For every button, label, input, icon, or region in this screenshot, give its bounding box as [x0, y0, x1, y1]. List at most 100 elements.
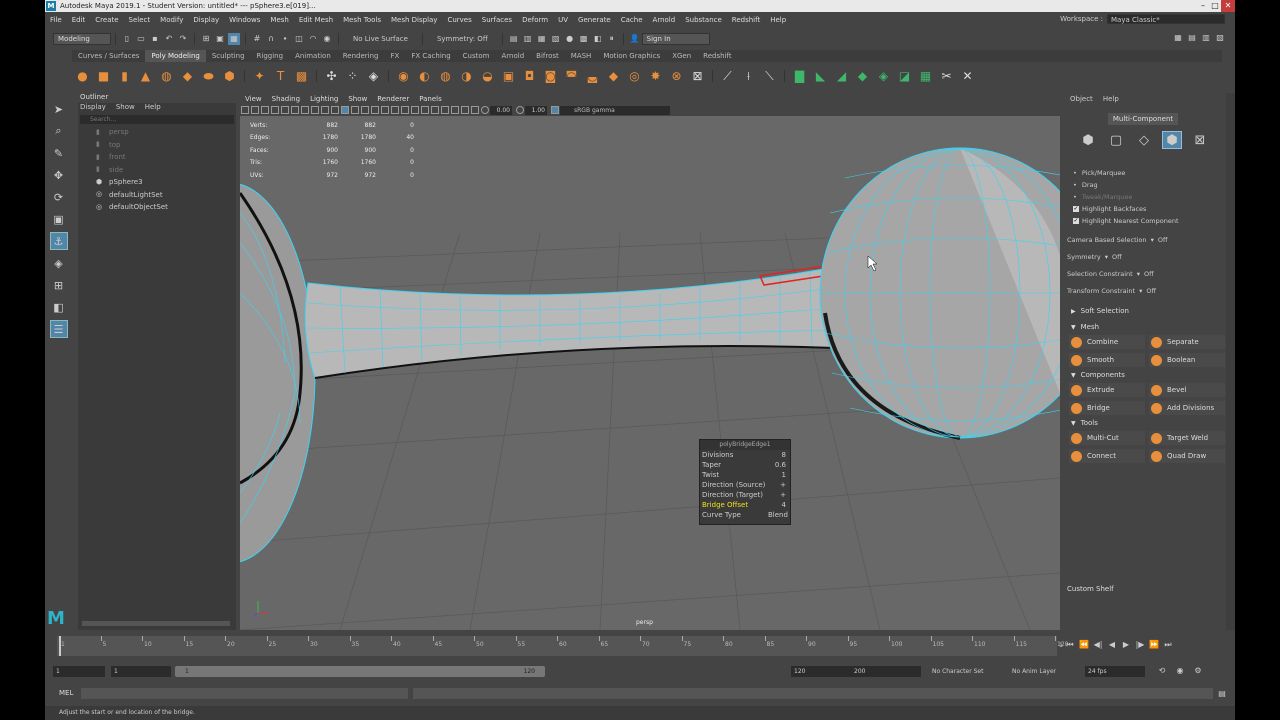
option-pick-marquee[interactable]: • Pick/Marquee	[1063, 167, 1226, 179]
scene-start-field[interactable]: 1	[53, 666, 105, 677]
play-forwards-icon[interactable]: ▶	[1119, 640, 1133, 650]
range-handle-start[interactable]: 1	[185, 666, 189, 677]
setting-transform-constraint[interactable]: Transform Constraint ▾ Off	[1063, 282, 1226, 299]
maximize-button[interactable]: □	[1209, 0, 1221, 12]
shelf-tab-poly-modeling[interactable]: Poly Modeling	[145, 50, 206, 62]
bridge-attr-value[interactable]: 4	[768, 501, 790, 509]
gamma-field[interactable]: 1.00	[525, 105, 547, 115]
textured-icon[interactable]	[371, 106, 379, 114]
mirror-icon[interactable]: ◒	[479, 68, 496, 85]
snap-grid-icon[interactable]: #	[251, 33, 263, 45]
shelf-tab-rendering[interactable]: Rendering	[337, 50, 385, 62]
shelf-tab-redshift[interactable]: Redshift	[697, 50, 737, 62]
poly-plane-icon[interactable]: ◆	[179, 68, 196, 85]
motion-blur-icon[interactable]	[411, 106, 419, 114]
uv-editor-icon[interactable]: ▇	[791, 68, 808, 85]
lock-camera-icon[interactable]	[251, 106, 259, 114]
menu-select[interactable]: Select	[124, 16, 156, 24]
anti-aliasing-icon[interactable]	[421, 106, 429, 114]
dof-icon[interactable]	[431, 106, 439, 114]
option-drag[interactable]: • Drag	[1063, 179, 1226, 191]
user-icon[interactable]: 👤	[629, 33, 641, 45]
close-button[interactable]: ✕	[1221, 0, 1235, 12]
menu-mesh-display[interactable]: Mesh Display	[386, 16, 442, 24]
persp-outliner-layout-icon[interactable]: ◧	[50, 298, 68, 316]
render-view-icon[interactable]: ▤	[508, 33, 520, 45]
menu-create[interactable]: Create	[90, 16, 123, 24]
redshift-icon[interactable]: ◧	[592, 33, 604, 45]
menu-redshift[interactable]: Redshift	[727, 16, 765, 24]
auto-key-icon[interactable]: ◉	[1174, 665, 1186, 677]
shadows-icon[interactable]	[391, 106, 399, 114]
setting-camera-based-selection[interactable]: Camera Based Selection ▾ Off	[1063, 231, 1226, 248]
toggle-tool-settings-icon[interactable]: ▥	[1200, 32, 1212, 44]
outliner-item-front[interactable]: ▮ front	[78, 151, 236, 164]
shelf-tab-custom[interactable]: Custom	[457, 50, 496, 62]
outliner-menu-show[interactable]: Show	[116, 103, 135, 113]
toolkit-menu-help[interactable]: Help	[1103, 95, 1119, 103]
snap-point-icon[interactable]: ∙	[279, 33, 291, 45]
gamma-icon[interactable]	[516, 106, 524, 114]
shelf-tab-motion-graphics[interactable]: Motion Graphics	[597, 50, 666, 62]
setting-value[interactable]: Off	[1144, 270, 1154, 278]
shelf-tab-sculpting[interactable]: Sculpting	[206, 50, 251, 62]
auto-map-icon[interactable]: ◈	[875, 68, 892, 85]
wedge-icon[interactable]: ◆	[605, 68, 622, 85]
add-divisions-button[interactable]: Add Divisions	[1149, 401, 1225, 415]
fill-hole-icon[interactable]: ◚	[563, 68, 580, 85]
playback-start-field[interactable]: 1	[111, 666, 171, 677]
quad-draw-icon[interactable]: ⟍	[761, 68, 778, 85]
boolean-icon[interactable]: ⊗	[668, 68, 685, 85]
open-scene-icon[interactable]: ▭	[135, 33, 147, 45]
object-mode-icon[interactable]: ⬢	[1078, 131, 1098, 149]
viewport-menu-renderer[interactable]: Renderer	[372, 95, 414, 103]
outliner-layout-icon[interactable]: ☰	[49, 320, 68, 338]
xray-joints-icon[interactable]	[461, 106, 469, 114]
playhead[interactable]	[59, 636, 61, 656]
side-tabs-strip[interactable]	[1226, 93, 1235, 630]
bridge-attr-direction-source[interactable]: Direction (Source) +	[700, 480, 790, 490]
grid-icon[interactable]	[281, 106, 289, 114]
make-live-icon[interactable]: ◉	[321, 33, 333, 45]
outliner-search-input[interactable]: Search...	[80, 115, 234, 124]
script-editor-icon[interactable]: ▤	[1216, 688, 1228, 700]
svg-icon[interactable]: ▩	[293, 68, 310, 85]
cylindrical-map-icon[interactable]: ◢	[833, 68, 850, 85]
menu-uv[interactable]: UV	[553, 16, 573, 24]
vertex-mode-icon[interactable]: ▢	[1106, 131, 1126, 149]
menu-mesh[interactable]: Mesh	[265, 16, 293, 24]
extrude-icon[interactable]: ▣	[500, 68, 517, 85]
menu-cache[interactable]: Cache	[616, 16, 648, 24]
bridge-attr-divisions[interactable]: Divisions 8	[700, 450, 790, 460]
image-plane-icon[interactable]	[271, 106, 279, 114]
menu-curves[interactable]: Curves	[442, 16, 476, 24]
option-tweak-marquee[interactable]: • Tweak/Marquee	[1063, 191, 1226, 203]
shelf-tab-rigging[interactable]: Rigging	[251, 50, 290, 62]
section-mesh[interactable]: ▼ Mesh	[1063, 319, 1226, 335]
hypershade-icon[interactable]: ●	[564, 33, 576, 45]
menu-generate[interactable]: Generate	[573, 16, 616, 24]
outliner-item-side[interactable]: ▮ side	[78, 164, 236, 177]
loop-icon[interactable]: ⟲	[1156, 665, 1168, 677]
viewport-menu-view[interactable]: View	[240, 95, 267, 103]
outliner-item-defaultlightset[interactable]: ◎ defaultLightSet	[78, 189, 236, 202]
combine-button[interactable]: Combine	[1069, 335, 1145, 349]
last-tool-icon[interactable]: ⚓	[49, 232, 68, 250]
bridge-attr-bridge-offset[interactable]: Bridge Offset 4	[700, 500, 790, 510]
bridge-icon[interactable]: ◘	[521, 68, 538, 85]
menu-windows[interactable]: Windows	[224, 16, 265, 24]
lattice-icon[interactable]: ⁘	[344, 68, 361, 85]
live-surface-label[interactable]: No Live Surface	[353, 35, 408, 43]
setting-symmetry[interactable]: Symmetry ▾ Off	[1063, 248, 1226, 265]
pause-render-icon[interactable]: ⏸	[606, 33, 618, 45]
uv-mode-icon[interactable]: ⊠	[1190, 131, 1210, 149]
character-set-dropdown[interactable]: No Character Set	[929, 666, 1005, 677]
redo-icon[interactable]: ↷	[177, 33, 189, 45]
cut-uv-icon[interactable]: ✂	[938, 68, 955, 85]
outliner-menu-help[interactable]: Help	[145, 103, 161, 113]
menu-edit[interactable]: Edit	[67, 16, 91, 24]
poly-cube-icon[interactable]: ■	[95, 68, 112, 85]
bridge-attr-value[interactable]: +	[768, 491, 790, 499]
separate-button[interactable]: Separate	[1149, 335, 1225, 349]
outliner-h-scrollbar[interactable]	[82, 621, 230, 626]
